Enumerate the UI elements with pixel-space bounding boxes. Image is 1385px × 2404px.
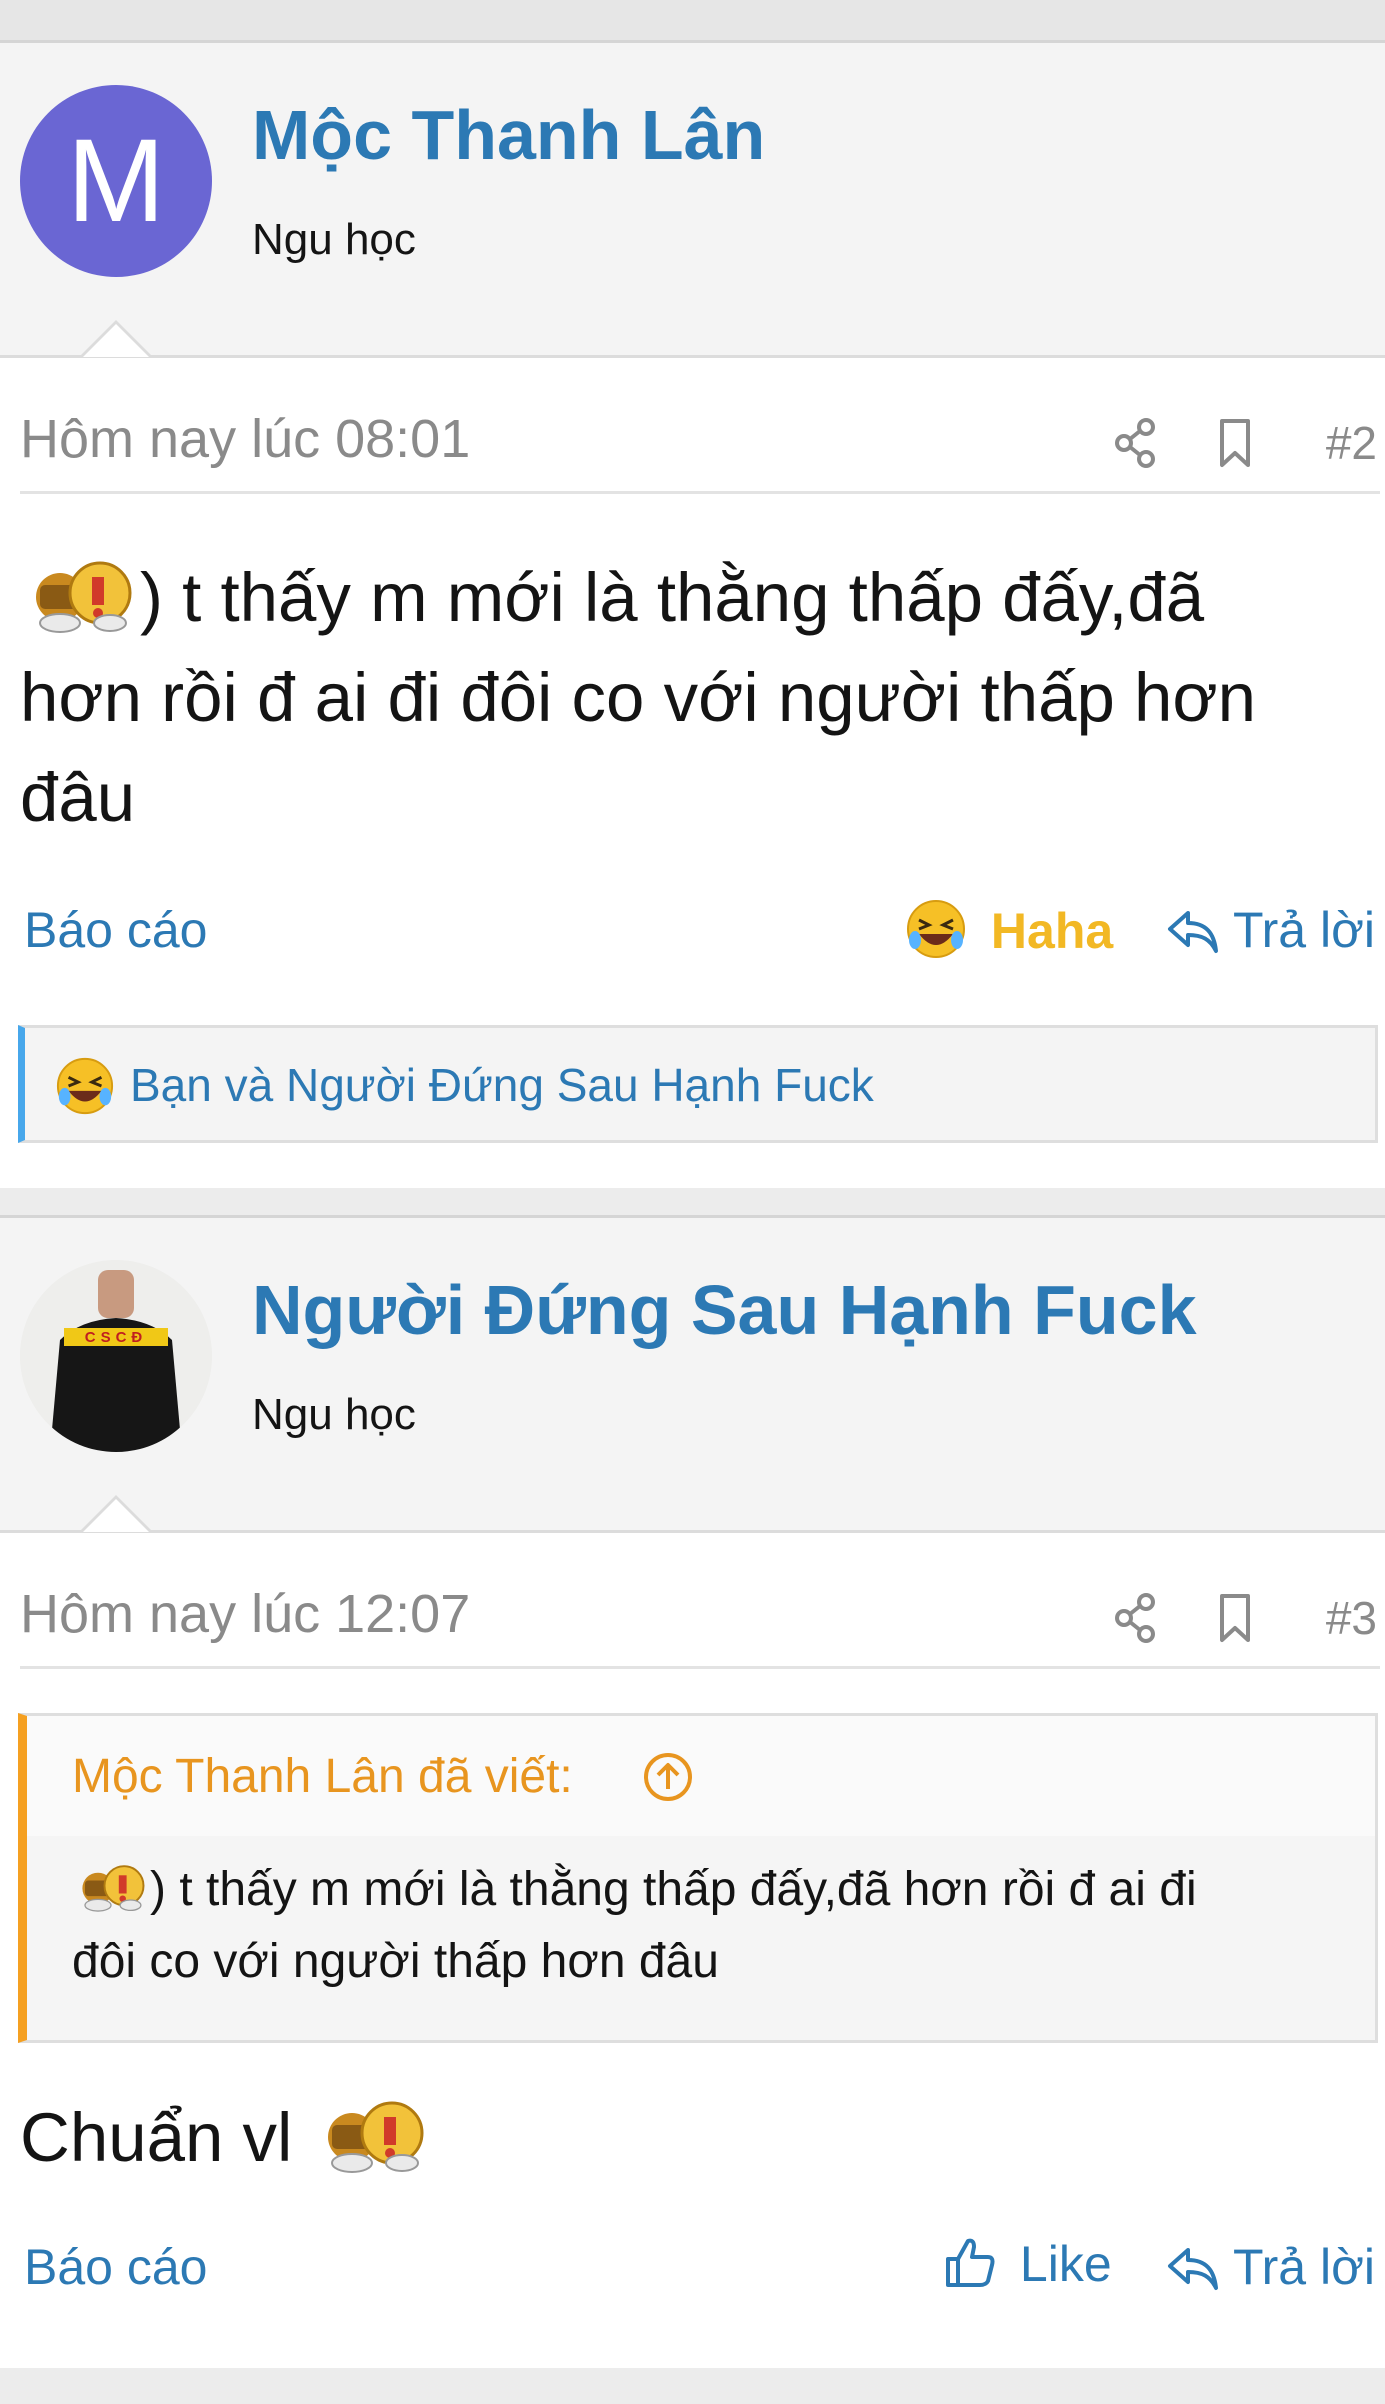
quote-author[interactable]: Mộc Thanh Lân đã viết: [72,1749,573,1804]
thumbs-up-icon [946,2238,995,2287]
post-separator [0,2368,1385,2404]
user-header: CSCĐ Người Đứng Sau Hạnh Fuck Ngu học [0,1218,1385,1533]
sticker-emoji-icon [82,1865,145,1912]
quote-content: ) t thấy m mới là thằng thấp đấy,đã hơn … [72,1854,1352,1998]
post-time[interactable]: Hôm nay lúc 12:07 [20,1583,470,1645]
post-tools: #2 [885,413,1385,473]
reply-icon [1167,2248,1218,2290]
post-tools: #3 [885,1588,1385,1648]
reply-label: Trả lời [1232,902,1375,958]
quote-block: Mộc Thanh Lân đã viết: ) t thấy m mới là… [18,1713,1378,2043]
content-line: hơn rồi đ ai đi đôi co với người thấp hơ… [20,659,1257,736]
user-header: M Mộc Thanh Lân Ngu học [0,43,1385,358]
quote-header[interactable]: Mộc Thanh Lân đã viết: [27,1716,1375,1836]
reactions-summary[interactable]: Bạn và Người Đứng Sau Hạnh Fuck [18,1025,1378,1143]
share-icon[interactable] [1110,413,1160,473]
content-line: Chuẩn vl [20,2099,293,2176]
content-line: đâu [20,759,136,836]
header-caret [80,320,152,357]
divider [20,1666,1380,1669]
user-title: Ngu học [252,1390,416,1439]
quote-line: đôi co với người thấp hơn đâu [72,1935,719,1988]
top-divider [0,0,1385,42]
post-separator [0,1188,1385,1215]
divider [20,491,1380,494]
user-title: Ngu học [252,215,416,264]
reply-icon [1167,911,1218,953]
avatar[interactable]: M [20,85,212,277]
reply-button[interactable]: Trả lời [1166,901,1375,959]
like-button[interactable]: Like [942,2235,1112,2293]
share-icon[interactable] [1110,1588,1160,1648]
svg-text:CSCĐ: CSCĐ [85,1329,148,1346]
quote-line: ) t thấy m mới là thằng thấp đấy,đã hơn … [150,1863,1197,1916]
arrow-up-circle-icon[interactable] [642,1751,694,1803]
avatar-photo: CSCĐ [20,1260,212,1452]
username[interactable]: Mộc Thanh Lân [252,95,765,175]
reactions-summary-text[interactable]: Bạn và Người Đứng Sau Hạnh Fuck [130,1058,874,1112]
like-label: Like [1019,2236,1112,2292]
reply-label: Trả lời [1232,2239,1375,2295]
post-time[interactable]: Hôm nay lúc 08:01 [20,408,470,470]
post-number[interactable]: #2 [1326,416,1377,470]
post-3: CSCĐ Người Đứng Sau Hạnh Fuck Ngu học Hô… [0,1215,1385,2371]
bookmark-icon[interactable] [1210,1588,1260,1648]
haha-reaction-button[interactable]: Haha [905,898,1113,960]
laughing-emoji-icon [907,900,965,958]
post-2: M Mộc Thanh Lân Ngu học Hôm nay lúc 08:0… [0,40,1385,1191]
sticker-emoji-icon [327,2101,423,2173]
sticker-emoji-icon [36,561,132,633]
post-content: ) t thấy m mới là thằng thấp đấy,đã hơn … [20,548,1350,848]
reply-button[interactable]: Trả lời [1166,2238,1375,2296]
post-content: Chuẩn vl [20,2088,1350,2188]
username[interactable]: Người Đứng Sau Hạnh Fuck [252,1270,1197,1350]
header-caret [80,1495,152,1532]
report-button[interactable]: Báo cáo [24,2238,207,2296]
bookmark-icon[interactable] [1210,413,1260,473]
content-line: ) t thấy m mới là thằng thấp đấy,đã [140,559,1205,636]
report-button[interactable]: Báo cáo [24,901,207,959]
haha-label: Haha [990,903,1114,959]
post-number[interactable]: #3 [1326,1591,1377,1645]
laughing-emoji-icon [56,1057,114,1115]
avatar[interactable]: CSCĐ [20,1260,212,1452]
